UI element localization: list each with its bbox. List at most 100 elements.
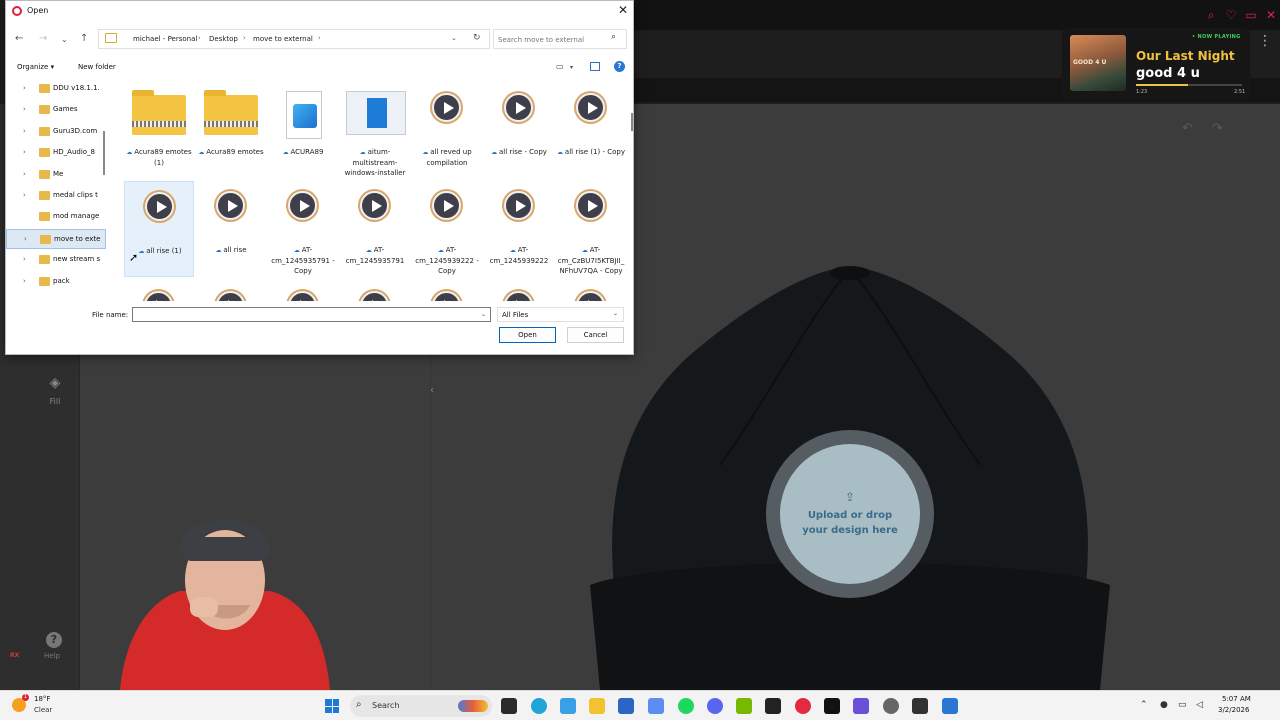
back-arrow-icon[interactable]: ← — [15, 33, 23, 44]
nvidia-icon[interactable] — [736, 698, 752, 714]
video-file-icon[interactable] — [432, 291, 461, 301]
clock-date[interactable]: 3/2/2026 — [1218, 706, 1249, 714]
address-bar[interactable]: michael - Personal › Desktop › move to e… — [98, 29, 490, 49]
chevron-right-icon[interactable]: › — [23, 170, 26, 178]
file-item[interactable]: ☁ AT-cm_1245939222 - Copy — [412, 181, 482, 277]
nav-tree-item[interactable]: › Me — [6, 165, 106, 185]
chevron-right-icon[interactable]: › — [23, 191, 26, 199]
video-file-icon[interactable] — [576, 291, 605, 301]
file-item[interactable]: ☁ all rise - Copy — [484, 83, 554, 179]
video-file-icon[interactable] — [144, 291, 173, 301]
weather-temperature[interactable]: 18°F — [34, 695, 50, 703]
file-item[interactable]: ☁ all reved up compilation — [412, 83, 482, 179]
breadcrumb-item[interactable]: move to external — [253, 35, 313, 43]
file-item[interactable]: ☁ ACURA89 — [268, 83, 338, 179]
undo-icon[interactable]: ↶ — [1182, 121, 1193, 136]
file-item[interactable]: ☁ AT-cm_1245939222 — [484, 181, 554, 277]
upload-dropzone[interactable]: ⇪ Upload or drop your design here — [766, 430, 934, 598]
edge-browser-icon[interactable] — [531, 698, 547, 714]
file-item[interactable]: ☁ AT-cm_1245935791 - Copy — [268, 181, 338, 277]
nav-tree-item[interactable]: › DDU v18.1.1. — [6, 79, 106, 99]
up-arrow-icon[interactable]: ↑ — [80, 33, 88, 44]
opera-gx-icon[interactable] — [795, 698, 811, 714]
nav-tree-item[interactable]: › medal clips t — [6, 186, 106, 206]
chevron-down-icon[interactable]: ⌄ — [61, 35, 68, 44]
network-icon[interactable]: ▭ — [1178, 700, 1187, 710]
nav-tree-item[interactable]: mod manage — [6, 207, 106, 227]
nav-tree-item[interactable]: › Guru3D.com — [6, 122, 106, 142]
nav-tree-item[interactable]: › HD_Audio_8 — [6, 143, 106, 163]
video-file-icon[interactable] — [504, 291, 533, 301]
chevron-down-icon[interactable]: ⌄ — [481, 311, 486, 318]
search-box[interactable]: ⌕ — [493, 29, 627, 49]
nav-tree-item[interactable]: › move to exte — [6, 228, 106, 249]
chevron-right-icon[interactable]: › — [23, 105, 26, 113]
medal-icon[interactable] — [824, 698, 840, 714]
video-file-icon[interactable] — [288, 291, 317, 301]
grid-app-icon[interactable] — [853, 698, 869, 714]
chevron-down-icon[interactable]: ⌄ — [613, 310, 618, 317]
gear-icon[interactable] — [883, 698, 899, 714]
file-item[interactable]: ☁ aitum-multistream-windows-installer — [340, 83, 410, 179]
heart-icon[interactable]: ♡ — [1223, 7, 1239, 23]
spotify-icon[interactable] — [678, 698, 694, 714]
close-icon[interactable]: ✕ — [618, 3, 628, 17]
weather-condition[interactable]: Clear — [34, 706, 52, 714]
task-view-icon[interactable] — [501, 698, 517, 714]
chevron-right-icon[interactable]: › — [318, 34, 321, 42]
chevron-up-icon[interactable]: ⌃ — [1140, 700, 1148, 710]
upload-dropzone-inner[interactable]: ⇪ Upload or drop your design here — [780, 444, 920, 584]
preview-pane-icon[interactable] — [590, 62, 600, 71]
refresh-icon[interactable]: ↻ — [473, 33, 481, 43]
nav-tree-item[interactable]: › pack — [6, 272, 106, 292]
search-icon[interactable]: ⌕ — [1203, 7, 1219, 23]
chevron-right-icon[interactable]: › — [243, 34, 246, 42]
cancel-button[interactable]: Cancel — [567, 327, 624, 343]
file-type-select[interactable]: All Files — [497, 307, 624, 322]
nav-tree-item[interactable]: › new stream s — [6, 250, 106, 270]
forward-arrow-icon[interactable]: → — [39, 33, 47, 44]
chevron-right-icon[interactable]: › — [23, 84, 26, 92]
close-icon[interactable]: ✕ — [1263, 7, 1279, 23]
obs-icon[interactable] — [765, 698, 781, 714]
chevron-down-icon[interactable]: ▾ — [570, 64, 573, 71]
volume-icon[interactable]: ◁ — [1196, 700, 1203, 710]
redo-icon[interactable]: ↷ — [1212, 121, 1223, 136]
file-name-input[interactable] — [132, 307, 491, 322]
file-item[interactable]: ☁ AT-cm_CzBU7I5KTBJII_NFhUV7QA - Copy — [556, 181, 626, 277]
view-options-icon[interactable]: ▭ — [556, 62, 564, 71]
chevron-right-icon[interactable]: › — [23, 255, 26, 263]
chevron-left-icon[interactable]: ‹ — [430, 385, 434, 396]
chevron-down-icon[interactable]: ⌄ — [451, 34, 457, 42]
chevron-right-icon[interactable]: › — [198, 34, 201, 42]
breadcrumb-item[interactable]: michael - Personal — [133, 35, 197, 43]
chevron-right-icon[interactable]: › — [23, 277, 26, 285]
search-input[interactable] — [498, 32, 610, 47]
settings-app-icon[interactable] — [648, 698, 664, 714]
file-item[interactable]: ☁ Acura89 emotes — [196, 83, 266, 179]
camera-app-icon[interactable] — [912, 698, 928, 714]
file-grid-scrollbar[interactable] — [631, 113, 633, 131]
fill-tool[interactable]: ◈ Fill — [40, 375, 70, 406]
file-item[interactable]: ☁ all rise — [196, 181, 266, 277]
copilot-icon[interactable] — [560, 698, 576, 714]
file-explorer-icon[interactable] — [589, 698, 605, 714]
file-item[interactable]: ☁ Acura89 emotes (1) — [124, 83, 194, 179]
file-item[interactable]: ☁ all rise (1) - Copy — [556, 83, 626, 179]
organize-button[interactable]: Organize ▾ — [17, 63, 54, 71]
help-icon[interactable]: ? — [614, 61, 625, 72]
chevron-right-icon[interactable]: › — [23, 127, 26, 135]
nav-scrollbar[interactable] — [103, 131, 105, 175]
store-icon[interactable] — [618, 698, 634, 714]
microphone-icon[interactable]: ● — [1160, 700, 1168, 710]
discord-icon[interactable] — [707, 698, 723, 714]
photos-app-icon[interactable] — [942, 698, 958, 714]
minimize-icon[interactable]: ▭ — [1243, 7, 1259, 23]
new-folder-button[interactable]: New folder — [78, 63, 116, 71]
menu-icon[interactable]: ⋮ — [1258, 33, 1272, 49]
chevron-right-icon[interactable]: › — [24, 235, 27, 243]
video-file-icon[interactable] — [216, 291, 245, 301]
taskbar-search[interactable]: ⌕ Search — [350, 695, 492, 717]
help-icon[interactable]: ? — [46, 632, 62, 648]
clock-time[interactable]: 5:07 AM — [1222, 695, 1251, 703]
